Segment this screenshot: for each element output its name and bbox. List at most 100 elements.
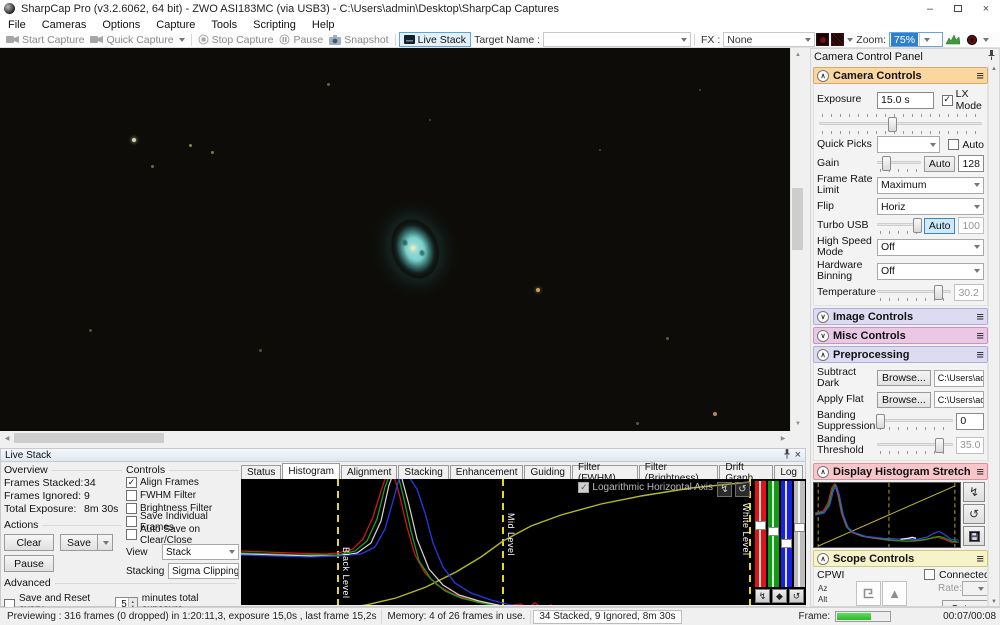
fx-combobox[interactable]: None xyxy=(723,32,816,47)
exposure-slider[interactable] xyxy=(819,114,982,134)
fwhm-filter-checkbox[interactable] xyxy=(126,490,137,501)
scroll-down-icon[interactable]: ▼ xyxy=(791,417,805,431)
quick-picks-dropdown[interactable] xyxy=(877,136,941,153)
subtract-dark-browse-button[interactable]: Browse... xyxy=(877,370,931,387)
close-button[interactable]: × xyxy=(972,0,1000,17)
gain-value-input[interactable]: 128 xyxy=(958,155,984,172)
banding-suppression-thumb[interactable] xyxy=(876,413,886,429)
menu-help[interactable]: Help xyxy=(304,19,343,31)
scroll-down-icon[interactable]: ▼ xyxy=(991,599,997,605)
blue-level-slider[interactable] xyxy=(781,481,792,587)
collapse-icon[interactable]: ∧ xyxy=(817,348,829,361)
save-stretch-button[interactable] xyxy=(963,526,985,547)
section-image-controls[interactable]: ∨ Image Controls ≡ xyxy=(813,308,988,326)
apply-flat-browse-button[interactable]: Browse... xyxy=(877,391,931,408)
reset-stretch-button[interactable]: ↺ xyxy=(963,504,985,525)
snapshot-button[interactable]: Snapshot xyxy=(326,33,391,47)
tab-guiding[interactable]: Guiding xyxy=(524,465,571,479)
dropdown-arrow-icon[interactable] xyxy=(178,37,185,42)
reticle-tool-button[interactable] xyxy=(963,33,992,47)
reset-levels-button[interactable]: ↺ xyxy=(789,589,804,603)
exposure-slider-thumb[interactable] xyxy=(888,117,898,132)
luma-level-handle[interactable] xyxy=(794,523,805,533)
scope-connected-checkbox[interactable] xyxy=(924,569,935,581)
tab-drift-graph[interactable]: Drift Graph xyxy=(719,462,774,484)
red-level-handle[interactable] xyxy=(755,521,766,531)
panel-scrollbar[interactable]: ▲ ▼ xyxy=(988,65,999,606)
gain-slider-thumb[interactable] xyxy=(881,156,891,171)
collapse-icon[interactable]: ∧ xyxy=(817,465,829,478)
exposure-input[interactable]: 15.0 s xyxy=(877,91,934,109)
target-name-combobox[interactable] xyxy=(543,32,692,47)
section-menu-icon[interactable]: ≡ xyxy=(976,329,984,342)
tab-filter-brightness[interactable]: Filter (Brightness) xyxy=(638,462,719,484)
scroll-right-icon[interactable]: ▶ xyxy=(776,431,790,445)
scroll-left-icon[interactable]: ◀ xyxy=(0,431,14,445)
tab-filter-fwhm[interactable]: Filter (FWHM) xyxy=(571,462,638,484)
collapse-icon[interactable]: ∧ xyxy=(817,552,829,565)
setup-button[interactable]: Setup xyxy=(942,600,987,606)
menu-cameras[interactable]: Cameras xyxy=(34,19,95,31)
minimize-button[interactable]: – xyxy=(916,0,944,17)
save-dropdown-button[interactable] xyxy=(98,534,113,551)
live-stack-header[interactable]: Live Stack × xyxy=(1,448,805,462)
dark-frame-icon[interactable] xyxy=(816,33,830,46)
menu-capture[interactable]: Capture xyxy=(148,19,203,31)
tab-log[interactable]: Log xyxy=(774,465,803,479)
live-stack-toggle-button[interactable]: Live Stack xyxy=(398,32,472,47)
banding-suppression-slider[interactable] xyxy=(876,413,954,430)
maximize-button[interactable] xyxy=(944,0,972,17)
vertical-scroll-thumb[interactable] xyxy=(792,188,803,250)
histogram-tool-button[interactable] xyxy=(943,33,963,47)
midtone-button[interactable]: ◆ xyxy=(772,589,787,603)
align-frames-checkbox[interactable] xyxy=(126,477,137,488)
slew-up-button[interactable]: ▲ xyxy=(882,581,907,606)
auto-stretch-button[interactable]: ↯ xyxy=(963,482,985,503)
tab-alignment[interactable]: Alignment xyxy=(340,465,398,479)
clear-button[interactable]: Clear xyxy=(4,534,54,551)
frame-rate-limit-dropdown[interactable]: Maximum xyxy=(877,176,984,194)
display-histogram-graph[interactable] xyxy=(813,482,961,549)
section-preprocessing[interactable]: ∧ Preprocessing ≡ xyxy=(813,346,988,364)
hardware-binning-dropdown[interactable]: Off xyxy=(877,262,984,280)
menu-options[interactable]: Options xyxy=(94,19,148,31)
brightness-filter-checkbox[interactable] xyxy=(126,503,137,514)
turbo-auto-button[interactable]: Auto xyxy=(923,217,956,234)
flat-frame-icon[interactable] xyxy=(831,33,845,46)
high-speed-mode-dropdown[interactable]: Off xyxy=(877,238,984,256)
start-capture-button[interactable]: Start Capture xyxy=(3,33,87,47)
red-level-slider[interactable] xyxy=(755,481,766,587)
luma-level-slider[interactable] xyxy=(794,481,805,587)
pause-stack-button[interactable]: Pause xyxy=(4,555,54,572)
turbo-usb-slider-thumb[interactable] xyxy=(913,218,923,234)
close-icon[interactable]: × xyxy=(795,449,801,461)
scroll-up-icon[interactable]: ▲ xyxy=(991,66,997,72)
green-level-slider[interactable] xyxy=(768,481,779,587)
blue-level-handle[interactable] xyxy=(781,539,792,549)
pause-button[interactable]: Pause xyxy=(276,33,326,47)
auto-save-checkbox[interactable] xyxy=(126,529,137,540)
expand-icon[interactable]: ∨ xyxy=(817,329,829,342)
section-menu-icon[interactable]: ≡ xyxy=(976,465,984,478)
tab-status[interactable]: Status xyxy=(241,465,282,479)
section-menu-icon[interactable]: ≡ xyxy=(976,69,984,82)
exposure-auto-checkbox[interactable] xyxy=(948,139,960,150)
section-scope-controls[interactable]: ∧ Scope Controls ≡ xyxy=(813,550,988,568)
scroll-up-icon[interactable]: ▲ xyxy=(791,48,805,62)
turbo-usb-slider[interactable] xyxy=(877,217,923,235)
gain-auto-button[interactable]: Auto xyxy=(923,155,956,172)
vertical-scrollbar[interactable]: ▲ ▼ xyxy=(790,48,804,431)
section-menu-icon[interactable]: ≡ xyxy=(976,552,984,565)
stack-reset-stretch-button[interactable]: ↺ xyxy=(735,482,750,497)
tab-histogram[interactable]: Histogram xyxy=(282,463,340,479)
stack-histogram-canvas[interactable]: Logarithmic Horizontal Axis ↯ ↺ Black Le… xyxy=(241,479,753,605)
flip-dropdown[interactable]: Horiz xyxy=(877,198,984,216)
pin-icon[interactable] xyxy=(987,50,996,64)
auto-levels-button[interactable]: ↯ xyxy=(755,589,770,603)
tab-enhancement[interactable]: Enhancement xyxy=(449,465,524,479)
gain-slider[interactable] xyxy=(877,155,921,172)
section-camera-controls[interactable]: ∧ Camera Controls ≡ xyxy=(813,67,988,84)
horizontal-scroll-thumb[interactable] xyxy=(14,433,164,443)
section-display-histogram-stretch[interactable]: ∧ Display Histogram Stretch ≡ xyxy=(813,463,988,481)
pin-icon[interactable] xyxy=(783,448,791,462)
